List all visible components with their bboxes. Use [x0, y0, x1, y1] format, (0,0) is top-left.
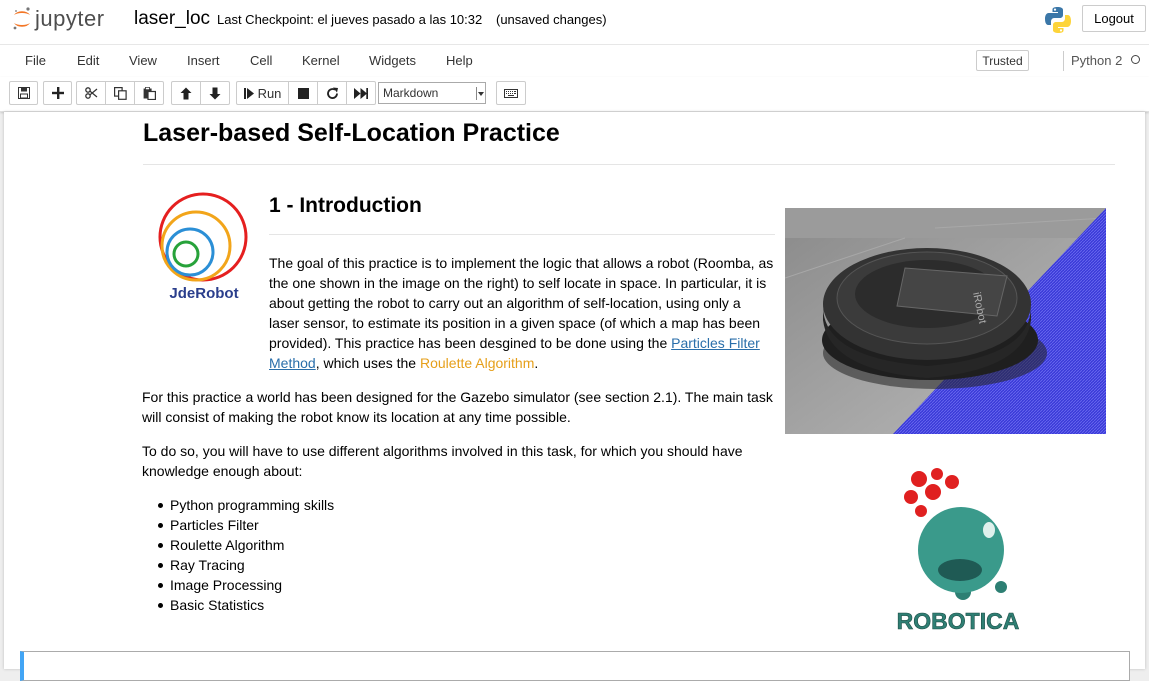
stop-icon — [297, 87, 309, 99]
arrow-up-icon — [180, 87, 192, 99]
section-heading: 1 - Introduction — [269, 194, 422, 217]
section-divider — [269, 234, 775, 235]
requirements-paragraph: To do so, you will have to use different… — [142, 443, 743, 479]
title-divider — [143, 164, 1115, 165]
menu-cell[interactable]: Cell — [250, 53, 272, 68]
checkpoint-status: Last Checkpoint: el jueves pasado a las … — [217, 12, 483, 27]
paste-icon — [143, 86, 156, 100]
skills-list: Python programming skills Particles Filt… — [142, 495, 334, 615]
trusted-indicator[interactable]: Trusted — [976, 50, 1029, 71]
move-up-button[interactable] — [171, 81, 201, 105]
menu-file[interactable]: File — [25, 53, 46, 68]
code-cell-selected[interactable] — [20, 651, 1130, 681]
copy-button[interactable] — [105, 81, 135, 105]
python-logo-icon — [1043, 5, 1073, 40]
logout-button[interactable]: Logout — [1082, 5, 1146, 32]
restart-run-all-button[interactable] — [346, 81, 376, 105]
save-button[interactable] — [9, 81, 38, 105]
step-forward-icon — [243, 87, 254, 99]
run-label: Run — [257, 85, 282, 101]
move-down-button[interactable] — [200, 81, 230, 105]
insert-cell-button[interactable] — [43, 81, 72, 105]
menubar: File Edit View Insert Cell Kernel Widget… — [0, 44, 1149, 78]
roomba-image: iRobot — [784, 208, 1107, 434]
menu-kernel[interactable]: Kernel — [302, 53, 340, 68]
jupyter-logo[interactable]: jupyter — [12, 4, 105, 34]
list-item: Roulette Algorithm — [142, 535, 334, 555]
restart-icon — [326, 87, 338, 99]
menu-edit[interactable]: Edit — [77, 53, 99, 68]
arrow-down-icon — [209, 87, 221, 99]
cut-icon — [84, 87, 97, 99]
menu-view[interactable]: View — [129, 53, 157, 68]
restart-button[interactable] — [317, 81, 347, 105]
keyboard-icon — [504, 88, 518, 98]
header: jupyter laser_loc Last Checkpoint: el ju… — [0, 0, 1149, 44]
run-button[interactable]: Run — [236, 81, 289, 105]
interrupt-button[interactable] — [288, 81, 318, 105]
list-item: Python programming skills — [142, 495, 334, 515]
intro-text-3: . — [534, 355, 539, 371]
copy-icon — [113, 86, 127, 100]
intro-text-2: , which uses the — [315, 355, 420, 371]
cut-button[interactable] — [76, 81, 106, 105]
menu-help[interactable]: Help — [446, 53, 473, 68]
chevron-down-icon — [476, 87, 484, 100]
notebook-name[interactable]: laser_loc — [134, 8, 210, 30]
robotica-logo: ROBOTICA — [891, 467, 1026, 642]
command-palette-button[interactable] — [496, 81, 526, 105]
list-item: Ray Tracing — [142, 555, 334, 575]
logo-spacer — [142, 253, 269, 363]
list-item: Image Processing — [142, 575, 334, 595]
jupyter-logo-text: jupyter — [35, 6, 105, 31]
kernel-idle-icon — [1131, 55, 1140, 64]
list-item: Particles Filter — [142, 515, 334, 535]
gazebo-paragraph: For this practice a world has been desig… — [142, 389, 773, 425]
cell-type-select[interactable]: Markdown — [378, 82, 486, 104]
fast-forward-icon — [354, 87, 368, 99]
save-icon — [17, 87, 30, 99]
list-item: Basic Statistics — [142, 595, 334, 615]
toolbar: Run Markdown — [0, 77, 1149, 112]
notebook-container: Laser-based Self-Location Practice JdeRo… — [4, 112, 1145, 681]
kernel-divider — [1063, 51, 1064, 71]
plus-icon — [51, 87, 64, 99]
menu-insert[interactable]: Insert — [187, 53, 220, 68]
intro-paragraph: The goal of this practice is to implemen… — [142, 253, 774, 373]
kernel-name[interactable]: Python 2 — [1071, 53, 1122, 68]
menu-widgets[interactable]: Widgets — [369, 53, 416, 68]
cell-type-value: Markdown — [383, 86, 439, 100]
paste-button[interactable] — [134, 81, 164, 105]
robotica-logo-text: ROBOTICA — [897, 608, 1020, 634]
jupyter-logo-icon — [13, 7, 30, 30]
autosave-status: (unsaved changes) — [496, 12, 607, 27]
notebook-title: Laser-based Self-Location Practice — [143, 119, 560, 147]
roulette-highlight: Roulette Algorithm — [419, 355, 535, 371]
